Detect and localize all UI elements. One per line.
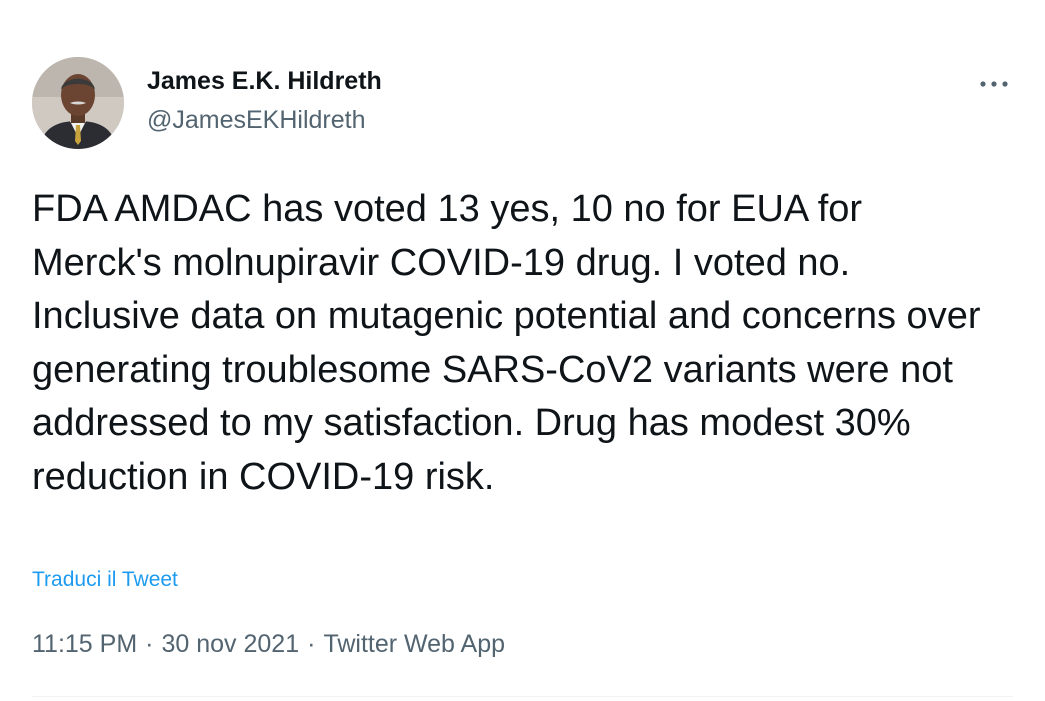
tweet-header: James E.K. Hildreth @JamesEKHildreth [32,57,382,149]
divider [32,696,1013,697]
more-options-button[interactable] [974,72,1014,96]
avatar-image [32,57,124,149]
tweet-time[interactable]: 11:15 PM [32,628,137,660]
author-handle[interactable]: @JamesEKHildreth [147,105,382,135]
tweet-text: FDA AMDAC has voted 13 yes, 10 no for EU… [32,188,981,498]
translate-tweet-link[interactable]: Traduci il Tweet [32,566,178,594]
tweet-card: James E.K. Hildreth @JamesEKHildreth FDA… [0,0,1045,701]
tweet-source[interactable]: Twitter Web App [323,628,505,660]
meta-separator-2: · [307,630,316,658]
author-names: James E.K. Hildreth @JamesEKHildreth [147,66,382,135]
avatar[interactable] [32,57,124,149]
author-display-name[interactable]: James E.K. Hildreth [147,66,382,96]
meta-separator: · [145,630,154,658]
more-horizontal-icon [980,81,1008,87]
tweet-date[interactable]: 30 nov 2021 [161,628,299,660]
tweet-metadata: 11:15 PM · 30 nov 2021 · Twitter Web App [32,628,505,660]
